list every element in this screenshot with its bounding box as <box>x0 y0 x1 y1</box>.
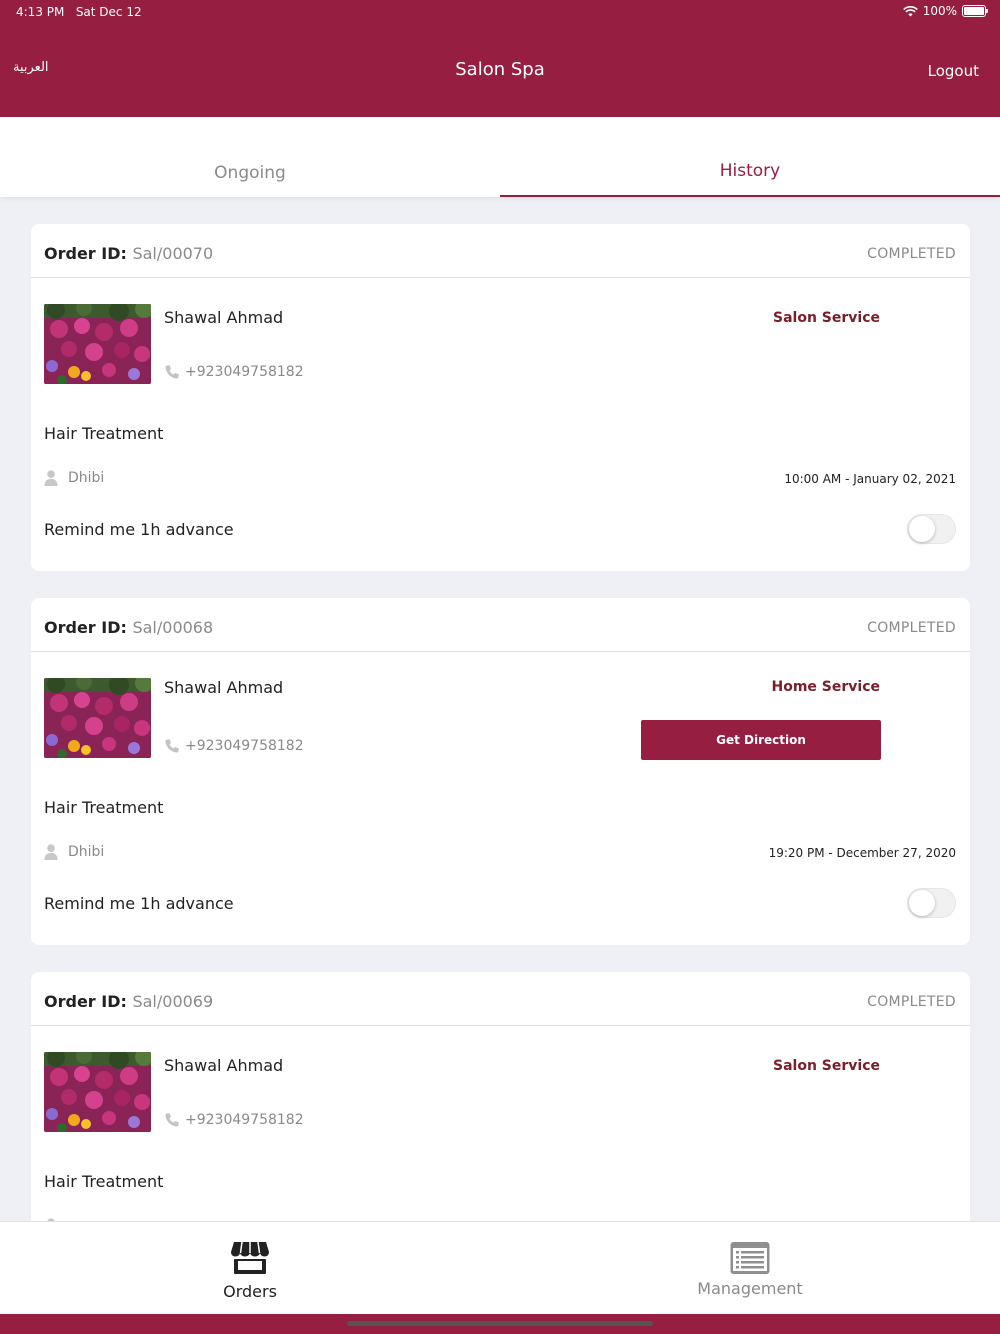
customer-phone[interactable]: +923049758182 <box>185 364 304 380</box>
customer-photo <box>44 304 151 384</box>
battery-icon <box>962 5 988 17</box>
toggle-knob <box>909 890 935 916</box>
customer-photo <box>44 1052 151 1132</box>
service-type-label: Salon Service <box>773 1058 880 1074</box>
staff-name: Dhibi <box>68 844 105 860</box>
status-time: 4:13 PM <box>16 5 65 19</box>
nav-orders[interactable]: Orders <box>0 1222 500 1315</box>
customer-phone[interactable]: +923049758182 <box>185 738 304 754</box>
order-card-header: Order ID: Sal/00070 COMPLETED <box>31 224 970 278</box>
customer-name: Shawal Ahmad <box>164 308 284 327</box>
status-bar-indicators: 100% <box>902 4 988 18</box>
order-card-header: Order ID: Sal/00068 COMPLETED <box>31 598 970 652</box>
appointment-datetime: 19:20 PM - December 27, 2020 <box>768 846 956 860</box>
order-status-badge: COMPLETED <box>867 620 956 636</box>
order-tabs: Ongoing History <box>0 117 1000 197</box>
home-indicator-bar <box>0 1314 1000 1334</box>
nav-management-label: Management <box>697 1279 803 1298</box>
customer-phone[interactable]: +923049758182 <box>185 1112 304 1128</box>
page-title: Salon Spa <box>455 59 545 80</box>
user-icon <box>44 844 58 860</box>
store-icon <box>231 1241 269 1274</box>
service-name: Hair Treatment <box>44 1172 164 1191</box>
nav-orders-label: Orders <box>223 1282 277 1301</box>
app-header: 4:13 PM Sat Dec 12 100% العربية Salon Sp… <box>0 0 1000 117</box>
service-type-label: Home Service <box>771 679 881 695</box>
customer-name: Shawal Ahmad <box>164 678 284 697</box>
customer-photo <box>44 678 151 758</box>
get-direction-button[interactable]: Get Direction <box>641 720 881 760</box>
order-card[interactable]: Order ID: Sal/00070 COMPLETED Shawal Ahm… <box>31 224 970 571</box>
home-indicator[interactable] <box>347 1321 653 1326</box>
phone-icon <box>165 739 179 753</box>
nav-management[interactable]: Management <box>500 1222 1000 1315</box>
user-icon <box>44 470 58 486</box>
list-icon <box>730 1242 770 1274</box>
order-card[interactable]: Order ID: Sal/00068 COMPLETED Shawal Ahm… <box>31 598 970 945</box>
order-status-badge: COMPLETED <box>867 994 956 1010</box>
order-id-label: Order ID: <box>44 992 127 1011</box>
status-date: Sat Dec 12 <box>75 5 142 19</box>
remind-toggle[interactable] <box>907 514 956 544</box>
toggle-knob <box>909 516 935 542</box>
remind-label: Remind me 1h advance <box>44 520 234 539</box>
bottom-navigation: Orders Management <box>0 1221 1000 1314</box>
order-id-value: Sal/00068 <box>132 618 214 637</box>
battery-percent: 100% <box>922 4 957 18</box>
tab-ongoing[interactable]: Ongoing <box>0 117 500 197</box>
logout-button[interactable]: Logout <box>928 62 979 80</box>
remind-toggle[interactable] <box>907 888 956 918</box>
phone-icon <box>165 1113 179 1127</box>
wifi-icon <box>902 5 918 16</box>
status-bar-time: 4:13 PM Sat Dec 12 <box>16 5 142 19</box>
service-name: Hair Treatment <box>44 424 164 443</box>
order-status-badge: COMPLETED <box>867 246 956 262</box>
service-name: Hair Treatment <box>44 798 164 817</box>
remind-label: Remind me 1h advance <box>44 894 234 913</box>
order-card-header: Order ID: Sal/00069 COMPLETED <box>31 972 970 1026</box>
service-type-label: Salon Service <box>773 310 880 326</box>
staff-name: Dhibi <box>68 470 105 486</box>
phone-icon <box>165 365 179 379</box>
order-id-label: Order ID: <box>44 618 127 637</box>
tab-history[interactable]: History <box>500 117 1000 197</box>
appointment-datetime: 10:00 AM - January 02, 2021 <box>784 472 956 486</box>
order-id-label: Order ID: <box>44 244 127 263</box>
order-id-value: Sal/00070 <box>132 244 214 263</box>
order-id-value: Sal/00069 <box>132 992 214 1011</box>
customer-name: Shawal Ahmad <box>164 1056 284 1075</box>
